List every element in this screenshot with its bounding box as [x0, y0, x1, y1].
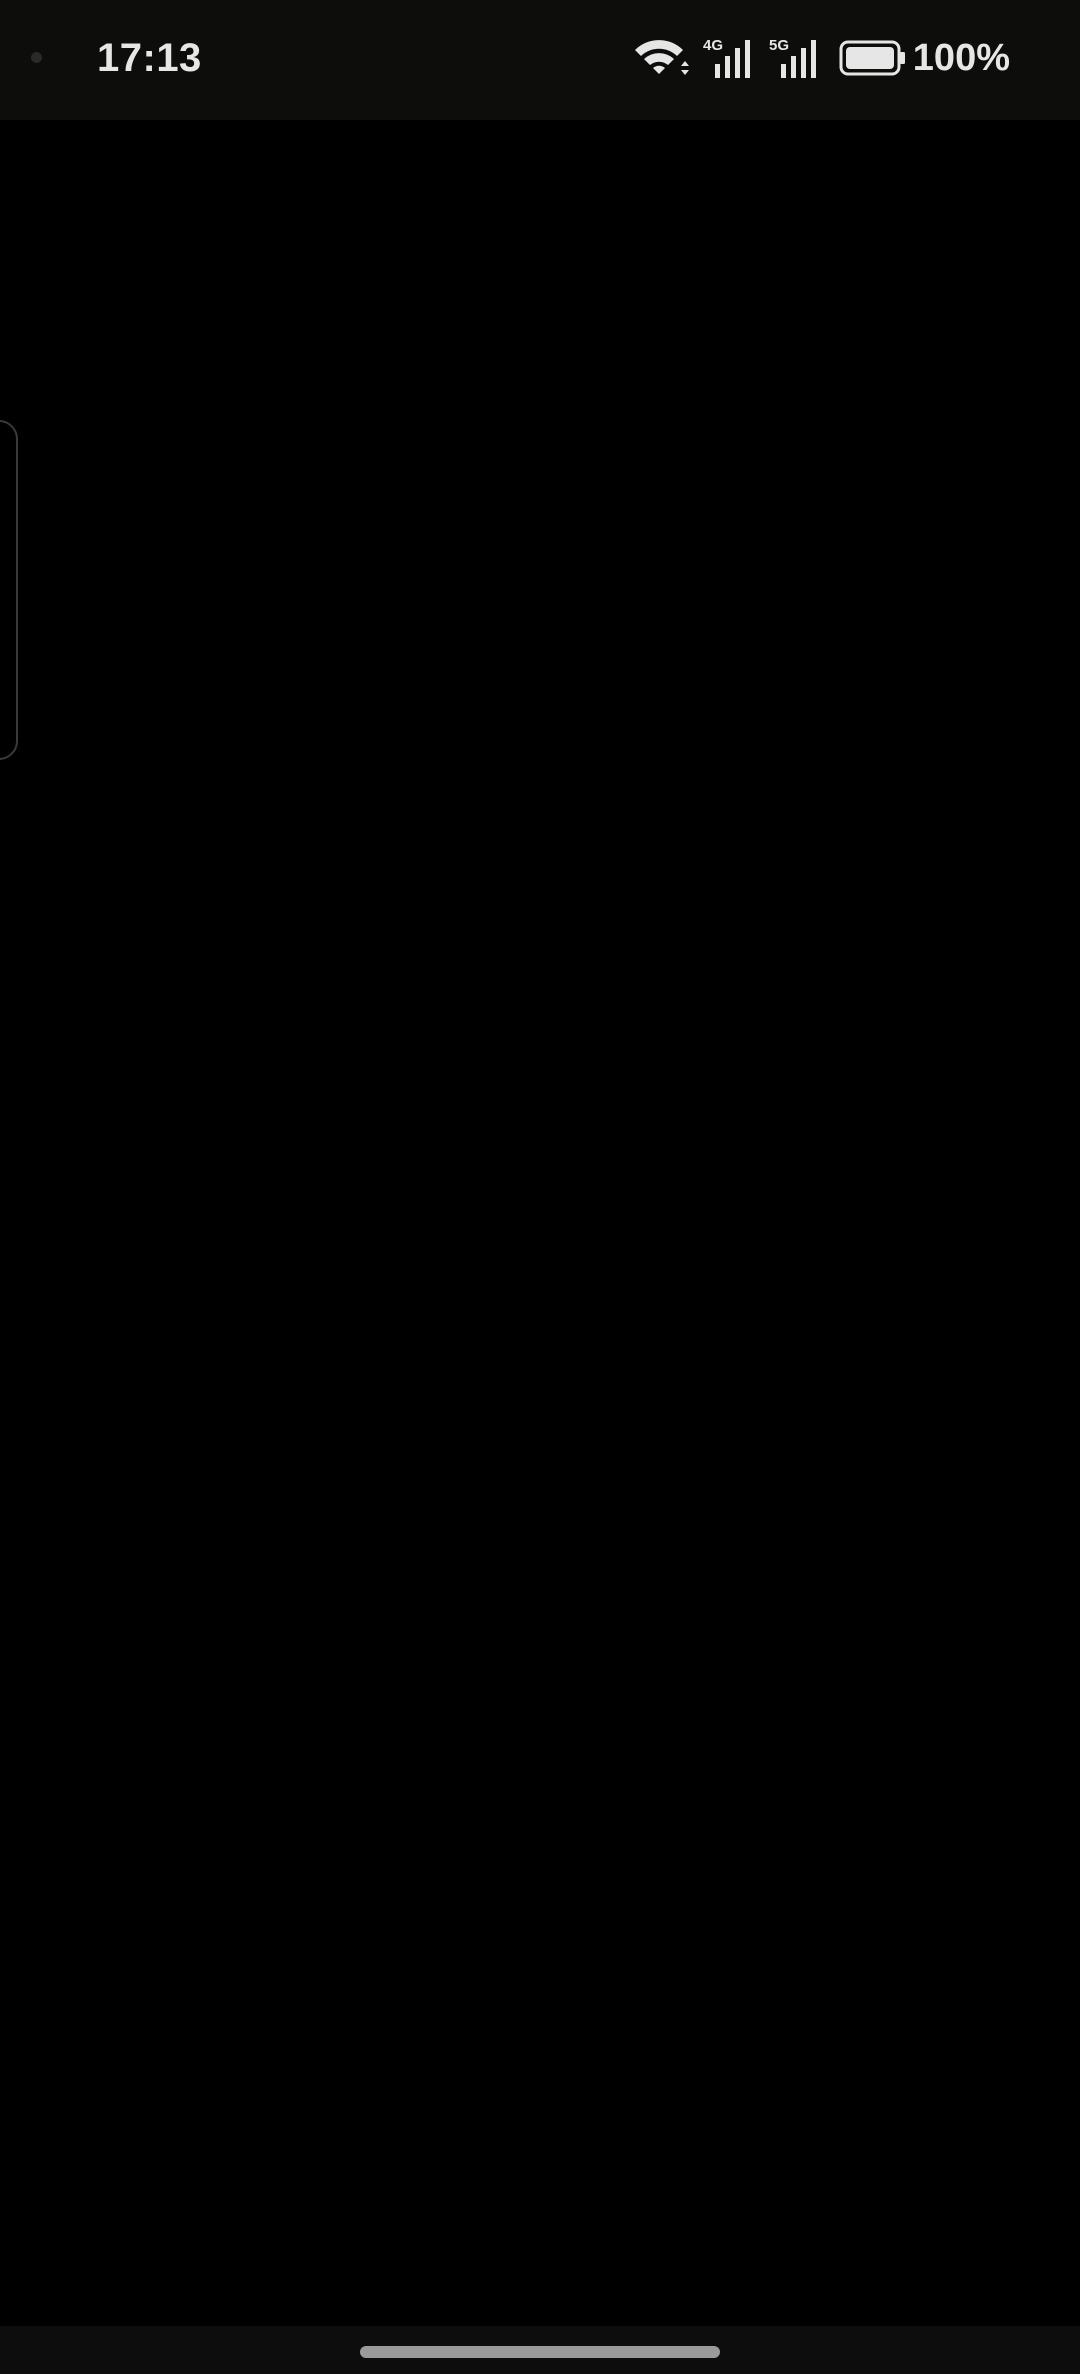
- network-4g-label: 4G: [703, 37, 723, 54]
- battery-percentage: 100%: [912, 36, 1010, 79]
- status-bar: 17:13 4G 5G 100%: [0, 0, 1080, 120]
- wifi-icon: [634, 40, 689, 75]
- network-5g-label: 5G: [769, 37, 789, 54]
- home-indicator[interactable]: [360, 2346, 720, 2358]
- edge-panel-handle[interactable]: [0, 420, 18, 760]
- status-icons: 4G 5G 100%: [633, 34, 1010, 82]
- signal-4g-icon: 4G: [703, 37, 750, 78]
- status-time: 17:13: [97, 36, 202, 80]
- signal-5g-icon: 5G: [769, 37, 816, 78]
- front-camera-dot: [31, 52, 42, 63]
- app-content-area: [0, 120, 1080, 2326]
- battery-icon: [839, 40, 905, 76]
- navigation-bar: [0, 2326, 1080, 2374]
